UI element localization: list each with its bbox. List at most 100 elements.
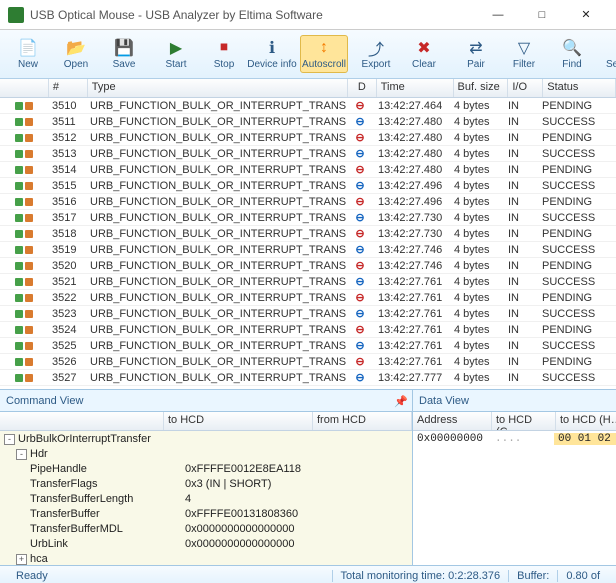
packet-row[interactable]: 3524URB_FUNCTION_BULK_OR_INTERRUPT_TRANS… — [0, 322, 616, 338]
toolbar-clear[interactable]: ✖Clear — [400, 35, 448, 73]
tree-item[interactable]: TransferBufferLength4 — [0, 491, 412, 506]
toolbar-filter[interactable]: ▽Filter — [500, 35, 548, 73]
row-io: IN — [504, 244, 538, 256]
toolbar-new[interactable]: 📄New — [4, 35, 52, 73]
tree-item[interactable]: -UrbBulkOrInterruptTransfer — [0, 431, 412, 446]
col-bufsize[interactable]: Buf. size — [454, 79, 509, 97]
row-icons — [0, 278, 48, 286]
packet-row[interactable]: 3514URB_FUNCTION_BULK_OR_INTERRUPT_TRANS… — [0, 162, 616, 178]
row-status: SUCCESS — [538, 116, 610, 128]
row-size: 4 bytes — [450, 276, 504, 288]
row-status: PENDING — [538, 132, 610, 144]
col-from-hcd[interactable]: from HCD — [313, 412, 412, 430]
packet-row[interactable]: 3522URB_FUNCTION_BULK_OR_INTERRUPT_TRANS… — [0, 290, 616, 306]
row-io: IN — [504, 308, 538, 320]
direction-icon: ⊖ — [346, 339, 374, 352]
status-bar: Ready Total monitoring time: 0:2:28.376 … — [0, 565, 616, 583]
direction-icon: ⊖ — [346, 163, 374, 176]
packet-row[interactable]: 3515URB_FUNCTION_BULK_OR_INTERRUPT_TRANS… — [0, 178, 616, 194]
tree-item[interactable]: PipeHandle0xFFFFE0012E8EA118 — [0, 461, 412, 476]
row-time: 13:42:27.464 — [374, 100, 450, 112]
tree-item[interactable]: -Hdr — [0, 446, 412, 461]
col-status[interactable]: Status — [543, 79, 616, 97]
minimize-button[interactable]: ― — [476, 1, 520, 29]
close-button[interactable]: ✕ — [564, 1, 608, 29]
toolbar-label: Export — [362, 59, 391, 70]
row-size: 4 bytes — [450, 180, 504, 192]
col-number[interactable]: # — [49, 79, 88, 97]
row-icons — [0, 150, 48, 158]
row-number: 3512 — [48, 132, 86, 144]
col-direction[interactable]: D — [348, 79, 377, 97]
row-size: 4 bytes — [450, 324, 504, 336]
packet-row[interactable]: 3523URB_FUNCTION_BULK_OR_INTERRUPT_TRANS… — [0, 306, 616, 322]
start-icon: ▶ — [166, 38, 186, 58]
row-icons — [0, 326, 48, 334]
row-icons — [0, 262, 48, 270]
col-type[interactable]: Type — [88, 79, 348, 97]
toolbar-export[interactable]: ⤴Export — [352, 35, 400, 73]
pin-icon[interactable]: 📌 — [394, 395, 406, 407]
toolbar-settings[interactable]: ⚙Settings — [600, 35, 616, 73]
packet-row[interactable]: 3513URB_FUNCTION_BULK_OR_INTERRUPT_TRANS… — [0, 146, 616, 162]
row-io: IN — [504, 356, 538, 368]
col-time[interactable]: Time — [377, 79, 454, 97]
tree-item[interactable]: TransferFlags0x3 (IN | SHORT) — [0, 476, 412, 491]
dataview-col[interactable]: to HCD (C… — [492, 412, 556, 430]
packet-grid[interactable]: # Type D Time Buf. size I/O Status 3510U… — [0, 79, 616, 390]
packet-row[interactable]: 3520URB_FUNCTION_BULK_OR_INTERRUPT_TRANS… — [0, 258, 616, 274]
tree-toggle-icon[interactable]: - — [16, 449, 27, 460]
data-view-header[interactable]: Data View 📌 — [413, 390, 616, 412]
row-io: IN — [504, 340, 538, 352]
packet-row[interactable]: 3510URB_FUNCTION_BULK_OR_INTERRUPT_TRANS… — [0, 98, 616, 114]
command-tree[interactable]: -UrbBulkOrInterruptTransfer-HdrPipeHandl… — [0, 431, 412, 565]
data-view-body[interactable]: 0x00000000 .... 00 01 02 00 .... 00 00 0… — [413, 431, 616, 565]
tree-item[interactable]: TransferBufferMDL0x0000000000000000 — [0, 521, 412, 536]
tree-item[interactable]: UrbLink0x0000000000000000 — [0, 536, 412, 551]
maximize-button[interactable]: □ — [520, 1, 564, 29]
toolbar-label: Open — [64, 59, 88, 70]
packet-row[interactable]: 3527URB_FUNCTION_BULK_OR_INTERRUPT_TRANS… — [0, 370, 616, 386]
row-type: URB_FUNCTION_BULK_OR_INTERRUPT_TRANSFER — [86, 100, 346, 112]
toolbar-open[interactable]: 📂Open — [52, 35, 100, 73]
toolbar-start[interactable]: ▶Start — [152, 35, 200, 73]
tree-toggle-icon[interactable]: - — [4, 434, 15, 445]
packet-row[interactable]: 3516URB_FUNCTION_BULK_OR_INTERRUPT_TRANS… — [0, 194, 616, 210]
row-number: 3517 — [48, 212, 86, 224]
dataview-col[interactable]: to HCD (H… — [556, 412, 616, 430]
packet-row[interactable]: 3526URB_FUNCTION_BULK_OR_INTERRUPT_TRANS… — [0, 354, 616, 370]
grid-header: # Type D Time Buf. size I/O Status — [0, 79, 616, 98]
row-type: URB_FUNCTION_BULK_OR_INTERRUPT_TRANSFER — [86, 372, 346, 384]
col-io[interactable]: I/O — [508, 79, 543, 97]
direction-icon: ⊖ — [346, 323, 374, 336]
dataview-col[interactable]: Address — [413, 412, 492, 430]
packet-row[interactable]: 3525URB_FUNCTION_BULK_OR_INTERRUPT_TRANS… — [0, 338, 616, 354]
toolbar-autoscroll[interactable]: ↕Autoscroll — [300, 35, 348, 73]
toolbar-stop[interactable]: ⏹Stop — [200, 35, 248, 73]
tree-item[interactable]: TransferBuffer0xFFFFE00131808360 — [0, 506, 412, 521]
packet-row[interactable]: 3521URB_FUNCTION_BULK_OR_INTERRUPT_TRANS… — [0, 274, 616, 290]
packet-row[interactable]: 3511URB_FUNCTION_BULK_OR_INTERRUPT_TRANS… — [0, 114, 616, 130]
packet-row[interactable]: 3519URB_FUNCTION_BULK_OR_INTERRUPT_TRANS… — [0, 242, 616, 258]
toolbar-device-info[interactable]: ℹDevice info — [248, 35, 296, 73]
toolbar-find[interactable]: 🔍Find — [548, 35, 596, 73]
tree-item[interactable]: +hca — [0, 551, 412, 565]
device-info-icon: ℹ — [262, 38, 282, 58]
toolbar-save[interactable]: 💾Save — [100, 35, 148, 73]
app-icon — [8, 7, 24, 23]
tree-toggle-icon[interactable]: + — [16, 554, 27, 565]
col-to-hcd[interactable]: to HCD — [164, 412, 313, 430]
command-view-header[interactable]: Command View 📌 — [0, 390, 412, 412]
row-icons — [0, 182, 48, 190]
row-number: 3510 — [48, 100, 86, 112]
packet-row[interactable]: 3518URB_FUNCTION_BULK_OR_INTERRUPT_TRANS… — [0, 226, 616, 242]
row-type: URB_FUNCTION_BULK_OR_INTERRUPT_TRANSFER — [86, 356, 346, 368]
packet-row[interactable]: 3517URB_FUNCTION_BULK_OR_INTERRUPT_TRANS… — [0, 210, 616, 226]
direction-icon: ⊖ — [346, 371, 374, 384]
toolbar-pair[interactable]: ⇄Pair — [452, 35, 500, 73]
row-size: 4 bytes — [450, 148, 504, 160]
direction-icon: ⊖ — [346, 115, 374, 128]
row-size: 4 bytes — [450, 164, 504, 176]
data-row[interactable]: 0x00000000 .... 00 01 02 00 .... 00 00 0… — [413, 431, 616, 446]
packet-row[interactable]: 3512URB_FUNCTION_BULK_OR_INTERRUPT_TRANS… — [0, 130, 616, 146]
